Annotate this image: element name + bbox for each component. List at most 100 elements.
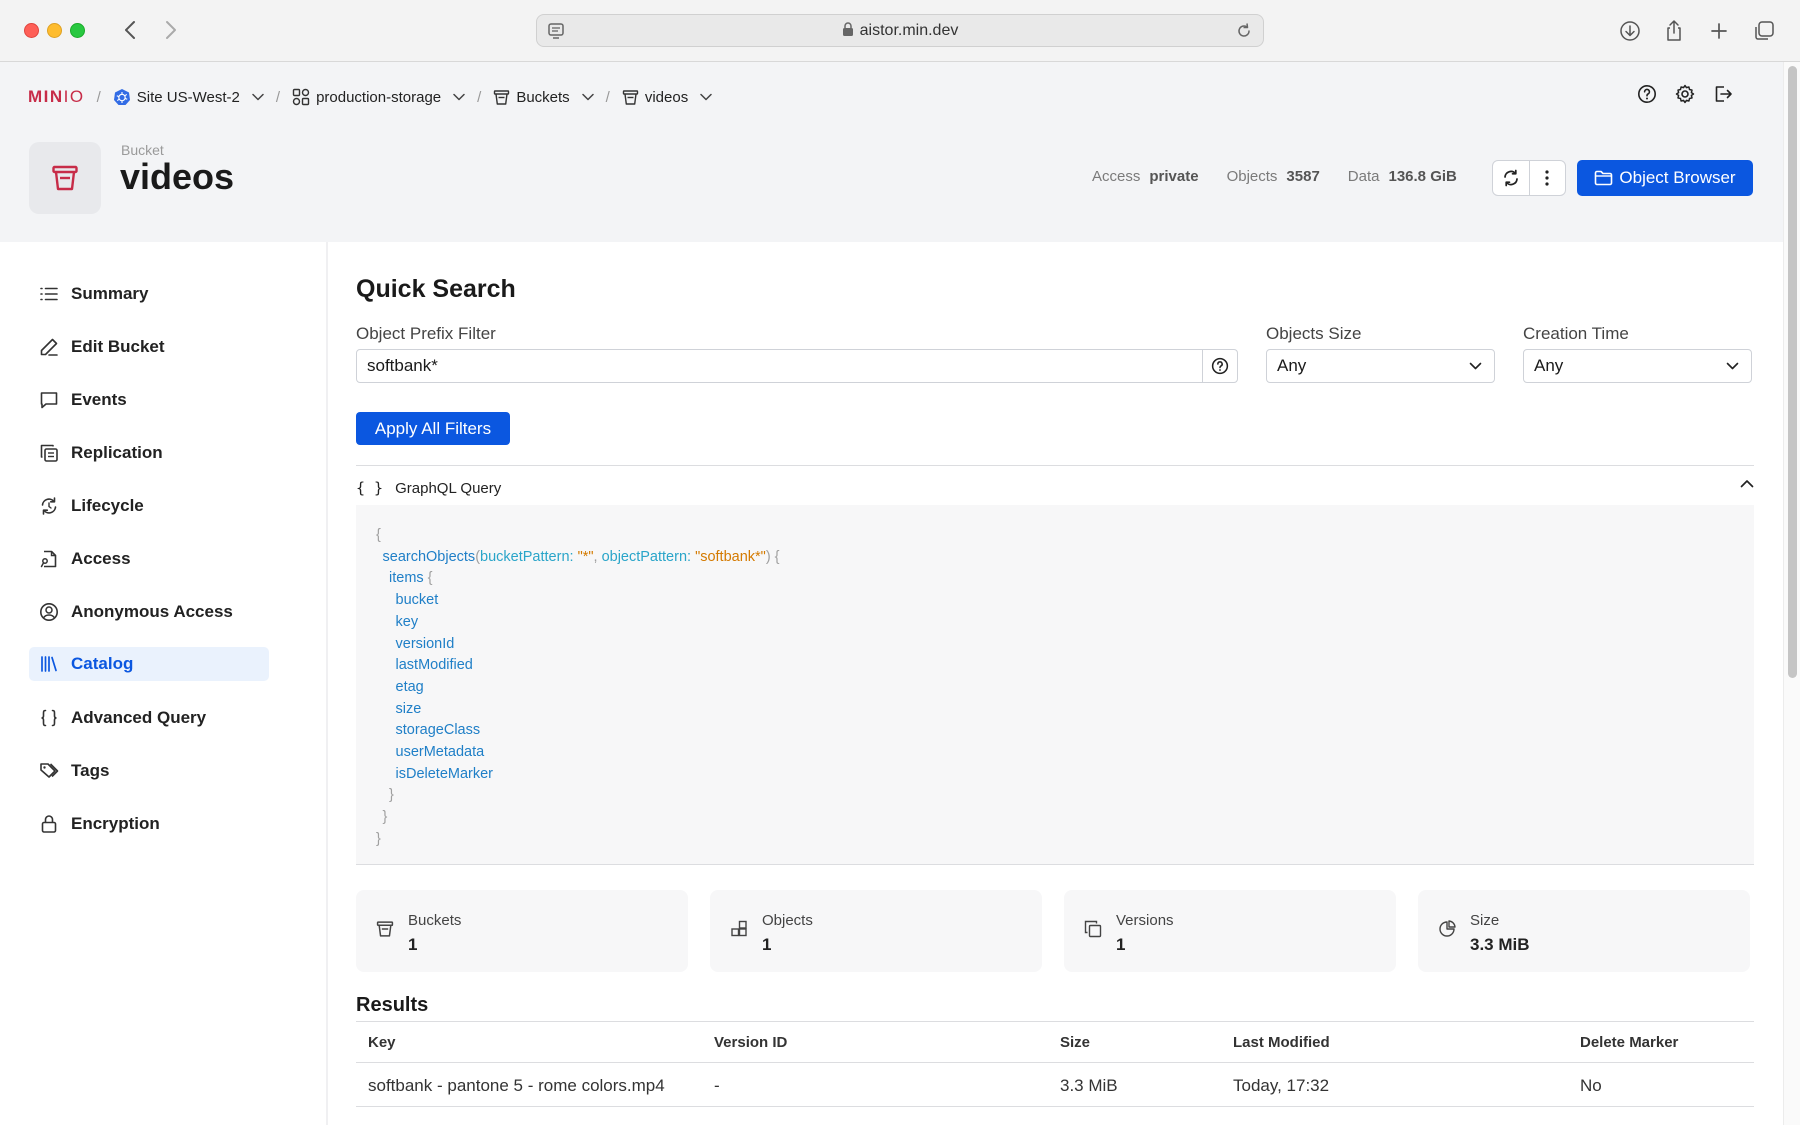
objects-size-select[interactable]: Any — [1266, 349, 1495, 383]
page-scrollbar[interactable] — [1783, 62, 1800, 1125]
refresh-button[interactable] — [1493, 161, 1529, 195]
breadcrumb-tenant-label: production-storage — [316, 88, 442, 106]
graphql-query-label: GraphQL Query — [395, 479, 502, 497]
back-button[interactable] — [116, 16, 144, 44]
main-content: Quick Search Object Prefix Filter Object… — [328, 242, 1783, 1125]
chevron-up-icon[interactable] — [1740, 479, 1754, 488]
column-header-last-modified[interactable]: Last Modified — [1233, 1034, 1330, 1051]
forward-button[interactable] — [157, 16, 185, 44]
sidebar-item-anonymous-access[interactable]: Anonymous Access — [29, 595, 269, 629]
kubernetes-icon — [113, 89, 130, 105]
sidebar-item-label: Replication — [71, 443, 163, 462]
column-header-key[interactable]: Key — [368, 1034, 396, 1051]
sidebar-item-events[interactable]: Events — [29, 383, 269, 417]
minimize-window-button[interactable] — [47, 23, 62, 38]
creation-time-value: Any — [1534, 356, 1564, 375]
code-line: userMetadata — [376, 742, 780, 764]
library-icon — [41, 656, 57, 672]
breadcrumb-bucket-current[interactable]: videos — [622, 89, 712, 106]
breadcrumb-tenant[interactable]: production-storage — [292, 88, 465, 106]
stat-access: Access private — [1092, 168, 1199, 185]
sidebar-item-label: Edit Bucket — [71, 337, 165, 356]
bucket-icon — [52, 165, 78, 191]
sidebar-item-label: Events — [71, 390, 127, 409]
breadcrumb-site[interactable]: Site US-West-2 — [113, 88, 264, 106]
apply-filters-button[interactable]: Apply All Filters — [356, 412, 510, 445]
help-button[interactable] — [1635, 82, 1659, 106]
chevron-left-icon — [125, 21, 135, 39]
column-header-version-id[interactable]: Version ID — [714, 1034, 787, 1051]
table-header: Key Version ID Size Last Modified Delete… — [356, 1021, 1754, 1063]
sidebar-item-replication[interactable]: Replication — [29, 436, 269, 470]
chevron-down-icon — [700, 93, 712, 101]
objects-icon — [731, 920, 747, 937]
lock-icon — [842, 22, 854, 42]
chevron-down-icon — [581, 93, 594, 101]
stat-objects: Objects 3587 — [1227, 168, 1320, 185]
code-token: etag — [395, 678, 424, 695]
sidebar-item-access[interactable]: Access — [29, 542, 269, 576]
new-tab-button[interactable] — [1705, 17, 1733, 45]
bucket-actions-group — [1492, 160, 1566, 196]
summary-card-value: 1 — [762, 935, 772, 954]
share-icon — [1667, 20, 1681, 41]
minio-logo[interactable]: MINIO — [28, 87, 85, 107]
breadcrumb-separator: / — [96, 88, 101, 106]
sidebar-item-summary[interactable]: Summary — [29, 277, 269, 311]
sidebar-item-advanced-query[interactable]: Advanced Query — [29, 701, 269, 735]
breadcrumb-separator: / — [477, 88, 482, 106]
close-window-button[interactable] — [24, 23, 39, 38]
downloads-button[interactable] — [1616, 17, 1644, 45]
pie-icon — [1439, 920, 1456, 937]
cell-key: softbank - pantone 5 - rome colors.mp4 — [368, 1076, 665, 1095]
sidebar-item-encryption[interactable]: Encryption — [29, 807, 269, 841]
more-options-button[interactable] — [1528, 161, 1566, 195]
creation-time-label: Creation Time — [1523, 324, 1629, 343]
url-value: aistor.min.dev — [859, 22, 959, 39]
sidebar-item-label: Summary — [71, 284, 149, 303]
quick-search-title: Quick Search — [356, 275, 516, 303]
column-header-size[interactable]: Size — [1060, 1034, 1090, 1051]
share-button[interactable] — [1660, 17, 1688, 45]
chevron-right-icon — [166, 21, 176, 39]
graphql-query-header[interactable]: { } GraphQL Query — [356, 471, 1754, 505]
breadcrumb-buckets[interactable]: Buckets — [493, 88, 594, 106]
code-line: size — [376, 699, 780, 721]
summary-card-objects: Objects 1 — [710, 890, 1042, 972]
logout-button[interactable] — [1711, 82, 1735, 106]
table-row[interactable]: softbank - pantone 5 - rome colors.mp4 -… — [356, 1063, 1754, 1107]
code-token: searchObjects — [382, 548, 476, 565]
code-token: bucket — [395, 592, 439, 609]
zoom-window-button[interactable] — [70, 23, 85, 38]
scrollbar-thumb[interactable] — [1788, 66, 1797, 678]
address-bar[interactable]: aistor.min.dev — [536, 14, 1264, 47]
sidebar-item-tags[interactable]: Tags — [29, 754, 269, 788]
refresh-icon — [1503, 169, 1518, 187]
object-browser-label: Object Browser — [1619, 168, 1736, 187]
graphql-code-block: {searchObjects(bucketPattern: "*", objec… — [376, 525, 780, 851]
prefix-filter-input[interactable]: softbank* — [356, 349, 1210, 383]
document-key-icon — [40, 550, 57, 568]
prefix-help-button[interactable] — [1202, 349, 1238, 383]
cell-size: 3.3 MiB — [1060, 1076, 1118, 1095]
code-token: "softbank*" — [695, 548, 766, 565]
settings-button[interactable] — [1673, 82, 1697, 106]
creation-time-select[interactable]: Any — [1523, 349, 1752, 383]
sidebar-item-catalog[interactable]: Catalog — [29, 647, 269, 681]
code-token: storageClass — [395, 722, 481, 739]
logo-text: MIN — [28, 87, 64, 106]
object-browser-button[interactable]: Object Browser — [1577, 160, 1753, 196]
sidebar-item-lifecycle[interactable]: Lifecycle — [29, 489, 269, 523]
breadcrumb-site-label: Site US-West-2 — [136, 88, 240, 106]
code-line: etag — [376, 677, 780, 699]
graphql-query-code: {searchObjects(bucketPattern: "*", objec… — [356, 505, 1754, 865]
tab-overview-button[interactable] — [1750, 17, 1778, 45]
breadcrumb-buckets-label: Buckets — [516, 88, 570, 106]
sidebar-item-edit-bucket[interactable]: Edit Bucket — [29, 330, 269, 364]
app-header: MINIO / Site US-West-2 / production-stor… — [0, 62, 1783, 242]
code-token: ) { — [765, 548, 780, 565]
code-line: searchObjects(bucketPattern: "*", object… — [376, 547, 780, 569]
column-header-delete-marker[interactable]: Delete Marker — [1580, 1034, 1678, 1051]
reload-icon[interactable] — [1235, 22, 1253, 45]
logout-icon — [1715, 86, 1732, 102]
